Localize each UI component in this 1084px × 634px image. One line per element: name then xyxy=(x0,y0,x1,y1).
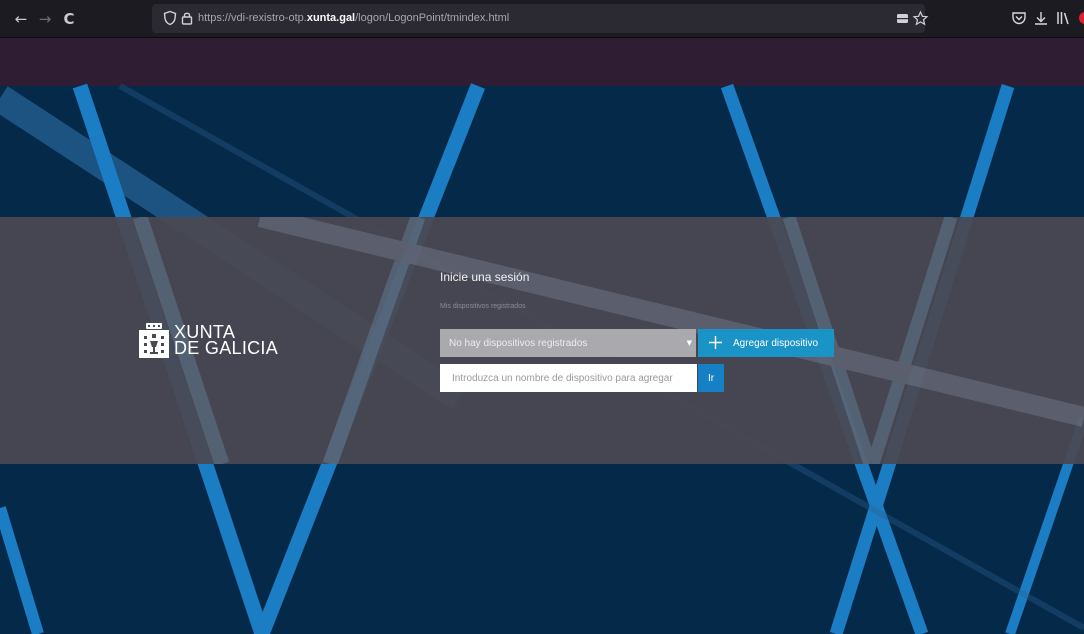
device-name-input[interactable] xyxy=(440,364,697,392)
device-select-value: No hay dispositivos registrados xyxy=(449,338,588,349)
galicia-emblem-icon xyxy=(139,323,169,358)
address-bar[interactable]: https://vdi-rexistro-otp.xunta.gal/logon… xyxy=(152,4,929,33)
devices-label: Mis dispositivos registrados xyxy=(440,303,526,310)
url-text[interactable]: https://vdi-rexistro-otp.xunta.gal/logon… xyxy=(198,4,509,33)
page-title: Inicie una sesión xyxy=(440,270,530,284)
url-domain: xunta.gal xyxy=(306,12,356,24)
reload-icon[interactable]: C xyxy=(58,8,80,30)
chevron-down-icon: ▼ xyxy=(686,339,692,347)
pocket-icon[interactable] xyxy=(1010,9,1028,27)
download-icon[interactable] xyxy=(1032,9,1050,27)
lock-icon[interactable] xyxy=(179,10,195,26)
bookmark-star-icon[interactable] xyxy=(912,10,929,27)
library-icon[interactable] xyxy=(1054,9,1072,27)
go-button[interactable]: Ir xyxy=(698,364,724,392)
tracking-protection-shield-icon[interactable] xyxy=(162,10,178,26)
plus-icon xyxy=(709,336,722,349)
logo-text: XUNTA DE GALICIA xyxy=(174,323,279,358)
add-device-button[interactable]: Agregar dispositivo xyxy=(698,329,834,357)
device-select[interactable]: No hay dispositivos registrados ▼ xyxy=(440,329,696,357)
browser-toolbar: ← → C https://vdi-rexistro-otp.xunta.gal… xyxy=(0,0,1084,38)
reader-view-icon[interactable] xyxy=(894,10,911,27)
url-path: /logon/LogonPoint/tmindex.html xyxy=(355,12,510,24)
page-content: XUNTA DE GALICIA Inicie una sesión Mis d… xyxy=(0,38,1084,634)
url-prefix: https://vdi-rexistro-otp. xyxy=(198,12,307,24)
back-arrow-icon[interactable]: ← xyxy=(10,8,32,30)
add-device-label: Agregar dispositivo xyxy=(733,338,819,349)
forward-arrow-icon[interactable]: → xyxy=(34,8,56,30)
logo-line2: DE GALICIA xyxy=(174,338,279,358)
extension-icon[interactable] xyxy=(1076,9,1084,27)
